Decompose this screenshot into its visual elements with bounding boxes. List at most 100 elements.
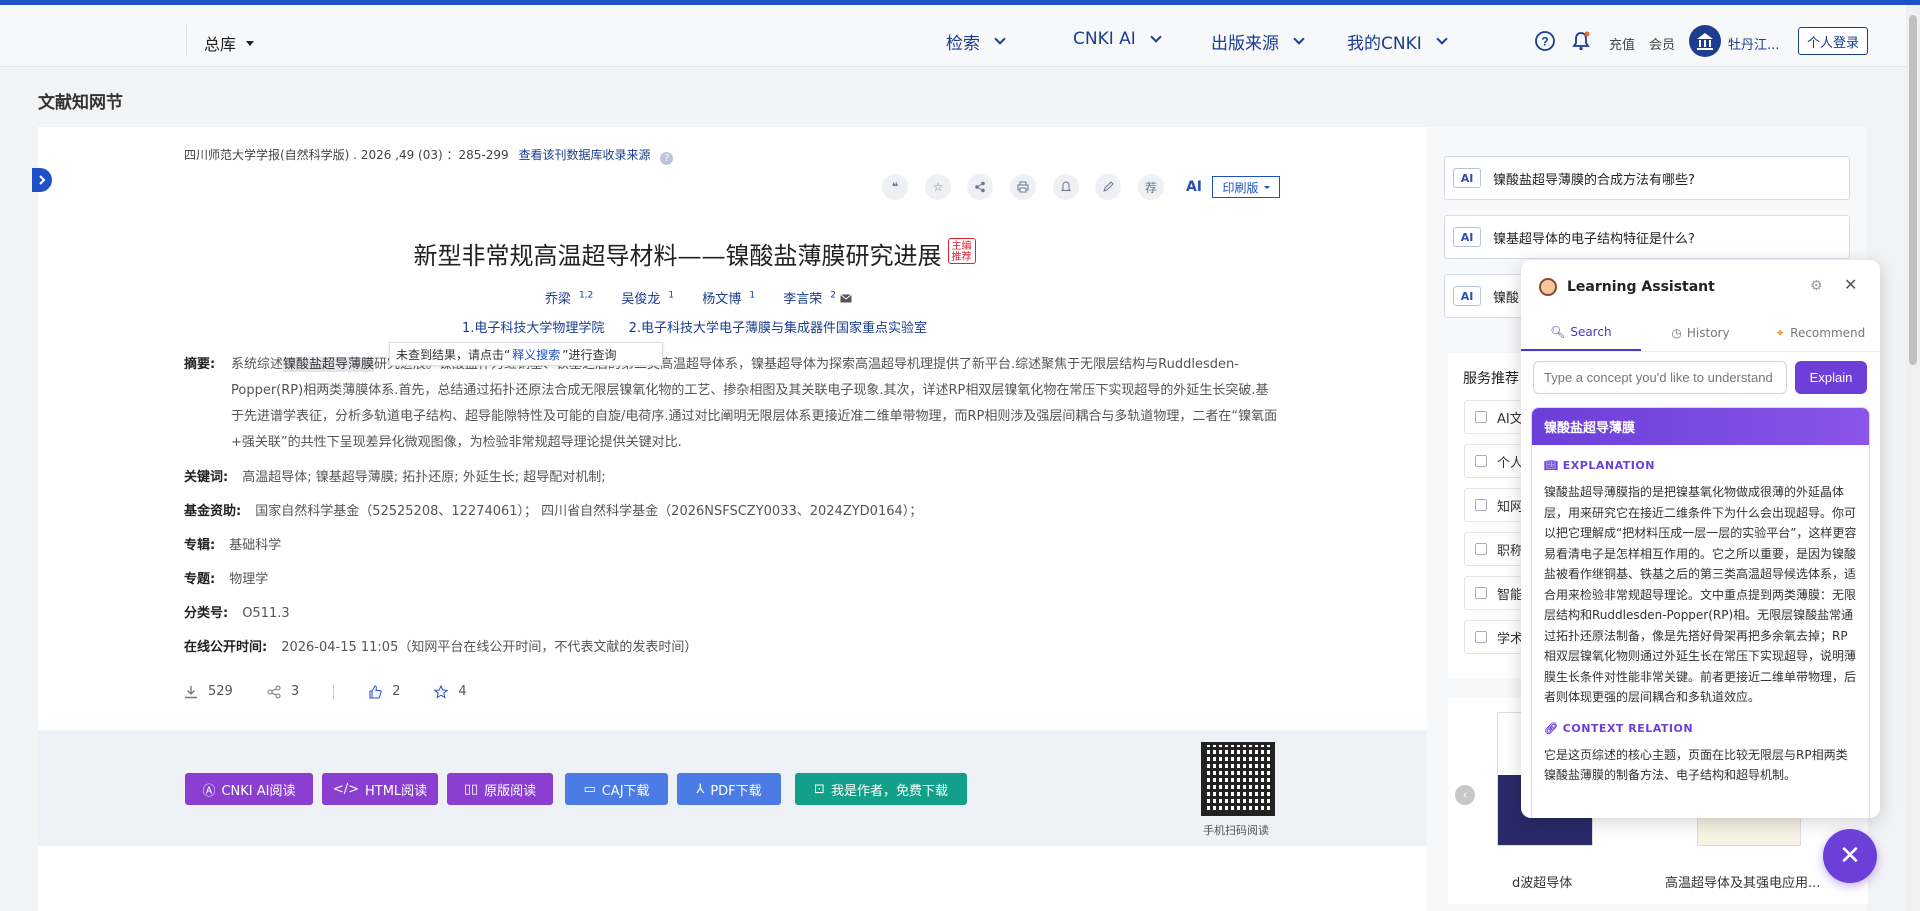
recharge-link[interactable]: 充值: [1609, 34, 1635, 53]
concept-input[interactable]: [1533, 361, 1787, 394]
share-icon: [975, 181, 985, 193]
caj-download-button[interactable]: ▭ CAJ下载: [565, 773, 668, 805]
author-free-download-button[interactable]: ⊡ 我是作者，免费下载: [795, 773, 967, 805]
classification-label: 分类号:: [184, 606, 229, 621]
series: 基础科学: [229, 538, 282, 553]
author-link[interactable]: 李言荣 2: [775, 291, 852, 307]
pdf-download-button[interactable]: ⅄ PDF下载: [677, 773, 781, 805]
pdf-icon: ⅄: [696, 781, 705, 797]
link-icon: 🔗︎: [1544, 721, 1563, 735]
scrollbar-thumb[interactable]: [1909, 15, 1917, 365]
printer-icon: [1017, 181, 1029, 193]
chevron-down-icon: [1293, 33, 1305, 45]
top-header: 总库 检索 CNKI AI 出版来源 我的CNKI ? 充值 会员 牡丹江...…: [0, 5, 1920, 67]
institution-avatar[interactable]: [1689, 25, 1721, 57]
author-link[interactable]: 乔梁 1,2: [537, 291, 593, 307]
article-stats: 529 3 2 4: [184, 684, 501, 699]
book-icon: 📖︎: [1544, 459, 1563, 472]
tab-recommend[interactable]: ✦ Recommend: [1760, 314, 1880, 351]
original-read-button[interactable]: ▯▯ 原版阅读: [447, 773, 553, 805]
divider: [333, 684, 335, 699]
fund-row: 基金资助: 国家自然科学基金（52525208、12274061）； 四川省自然科…: [184, 500, 922, 519]
database-selector[interactable]: 总库: [204, 31, 255, 55]
tab-history[interactable]: ◷ History: [1641, 314, 1761, 351]
chevron-down-icon: [1436, 33, 1448, 45]
explanation-card: 镍酸盐超导薄膜 📖︎ EXPLANATION 镍酸盐超导薄膜指的是把镍基氧化物做…: [1531, 407, 1870, 818]
ai-button[interactable]: AI: [1181, 174, 1207, 200]
topic-label: 专题:: [184, 572, 216, 587]
editor-recommend-badge: 主编推荐: [947, 238, 976, 264]
close-icon: ✕: [1839, 841, 1861, 871]
print-version-dropdown[interactable]: 印刷版: [1212, 176, 1280, 198]
share-button[interactable]: [967, 174, 993, 200]
topic: 物理学: [229, 572, 269, 587]
institution-icon: [1697, 33, 1713, 50]
nav-label: 出版来源: [1211, 34, 1279, 54]
close-icon[interactable]: ✕: [1844, 275, 1862, 294]
download-count: 529: [184, 684, 233, 699]
journal-source[interactable]: 四川师范大学学报(自然科学版) . 2026 ,49 (03) ：285-299: [184, 148, 509, 162]
gear-icon[interactable]: ⚙: [1810, 278, 1826, 294]
tab-search[interactable]: 🔍︎ Search: [1521, 314, 1641, 351]
scrollbar[interactable]: [1906, 5, 1920, 911]
author-link[interactable]: 吴俊龙 1: [613, 291, 674, 307]
ai-tag-icon: AI: [1453, 227, 1481, 247]
keywords-label: 关键词:: [184, 470, 229, 485]
help-icon[interactable]: ?: [660, 152, 674, 165]
fund[interactable]: 国家自然科学基金（52525208、12274061）； 四川省自然科学基金（2…: [255, 504, 922, 519]
affiliation-link[interactable]: 2.电子科技大学电子薄膜与集成器件国家重点实验室: [629, 321, 927, 336]
topic-row: 专题: 物理学: [184, 568, 268, 587]
service-icon: [1475, 455, 1487, 467]
nav-cnki-ai[interactable]: CNKI AI: [1073, 29, 1162, 49]
source-line: 四川师范大学学报(自然科学版) . 2026 ,49 (03) ：285-299…: [184, 146, 674, 165]
nav-search[interactable]: 检索: [946, 29, 1006, 54]
question-text: 镍酸: [1493, 290, 1520, 306]
recommend-button[interactable]: 荐: [1138, 174, 1164, 200]
favorite-count[interactable]: 4: [434, 684, 467, 699]
chevron-down-icon: [1150, 30, 1162, 43]
carousel-prev-button[interactable]: ‹: [1455, 785, 1475, 805]
share-count[interactable]: 3: [267, 684, 299, 699]
nav-publication-source[interactable]: 出版来源: [1211, 29, 1305, 54]
assistant-close-fab[interactable]: ✕: [1823, 829, 1877, 883]
clock-icon: ◷: [1671, 325, 1682, 340]
username[interactable]: 牡丹江...: [1728, 34, 1779, 53]
book-title[interactable]: d波超导体: [1512, 872, 1572, 891]
ai-tag-icon: AI: [1453, 286, 1481, 306]
section-heading: 🔗︎ CONTEXT RELATION: [1544, 721, 1694, 735]
html-read-button[interactable]: </> HTML阅读: [322, 773, 438, 805]
download-icon: [185, 685, 197, 698]
tooltip-text: 未查到结果，请点击“: [396, 347, 511, 362]
affiliation-link[interactable]: 1.电子科技大学物理学院: [462, 321, 604, 336]
ai-question-card[interactable]: AI 镍酸盐超导薄膜的合成方法有哪些?: [1444, 156, 1850, 200]
member-link[interactable]: 会员: [1649, 34, 1675, 53]
definition-search-link[interactable]: 释义搜索: [512, 346, 560, 363]
explain-button[interactable]: Explain: [1795, 361, 1867, 394]
cite-button[interactable]: ❝: [882, 174, 908, 200]
author-list: 乔梁 1,2 吴俊龙 1 杨文博 1 李言荣 2: [0, 288, 1389, 307]
classification-row: 分类号: O511.3: [184, 602, 290, 621]
source-db-link[interactable]: 查看该刊数据库收录来源: [518, 148, 650, 162]
personal-login-button[interactable]: 个人登录: [1798, 27, 1868, 55]
book-title[interactable]: 高温超导体及其强电应用...: [1665, 872, 1820, 891]
nav-my-cnki[interactable]: 我的CNKI: [1347, 29, 1448, 54]
favorite-button[interactable]: ☆: [925, 174, 951, 200]
bell-icon[interactable]: [1570, 30, 1592, 52]
search-icon: 🔍︎: [1550, 324, 1566, 339]
cnki-ai-read-button[interactable]: Ⓐ CNKI AI阅读: [185, 773, 313, 805]
print-button[interactable]: [1010, 174, 1036, 200]
help-icon[interactable]: ?: [1534, 30, 1556, 52]
note-button[interactable]: [1095, 174, 1121, 200]
svg-text:?: ?: [1541, 35, 1548, 49]
like-count[interactable]: 2: [368, 684, 400, 699]
selected-text[interactable]: 镍酸盐超导薄膜: [283, 357, 375, 372]
print-version-label: 印刷版: [1222, 180, 1259, 195]
question-text: 镍基超导体的电子结构特征是什么?: [1493, 231, 1695, 247]
author-link[interactable]: 杨文博 1: [694, 291, 755, 307]
mail-icon[interactable]: [840, 294, 852, 303]
keywords[interactable]: 高温超导体; 镍基超导薄膜; 拓扑还原; 外延生长; 超导配对机制;: [242, 470, 605, 485]
service-icon: [1475, 411, 1487, 423]
assistant-header: Learning Assistant: [1521, 260, 1880, 314]
ai-question-card[interactable]: AI 镍基超导体的电子结构特征是什么?: [1444, 215, 1850, 259]
alert-button[interactable]: [1053, 174, 1079, 200]
